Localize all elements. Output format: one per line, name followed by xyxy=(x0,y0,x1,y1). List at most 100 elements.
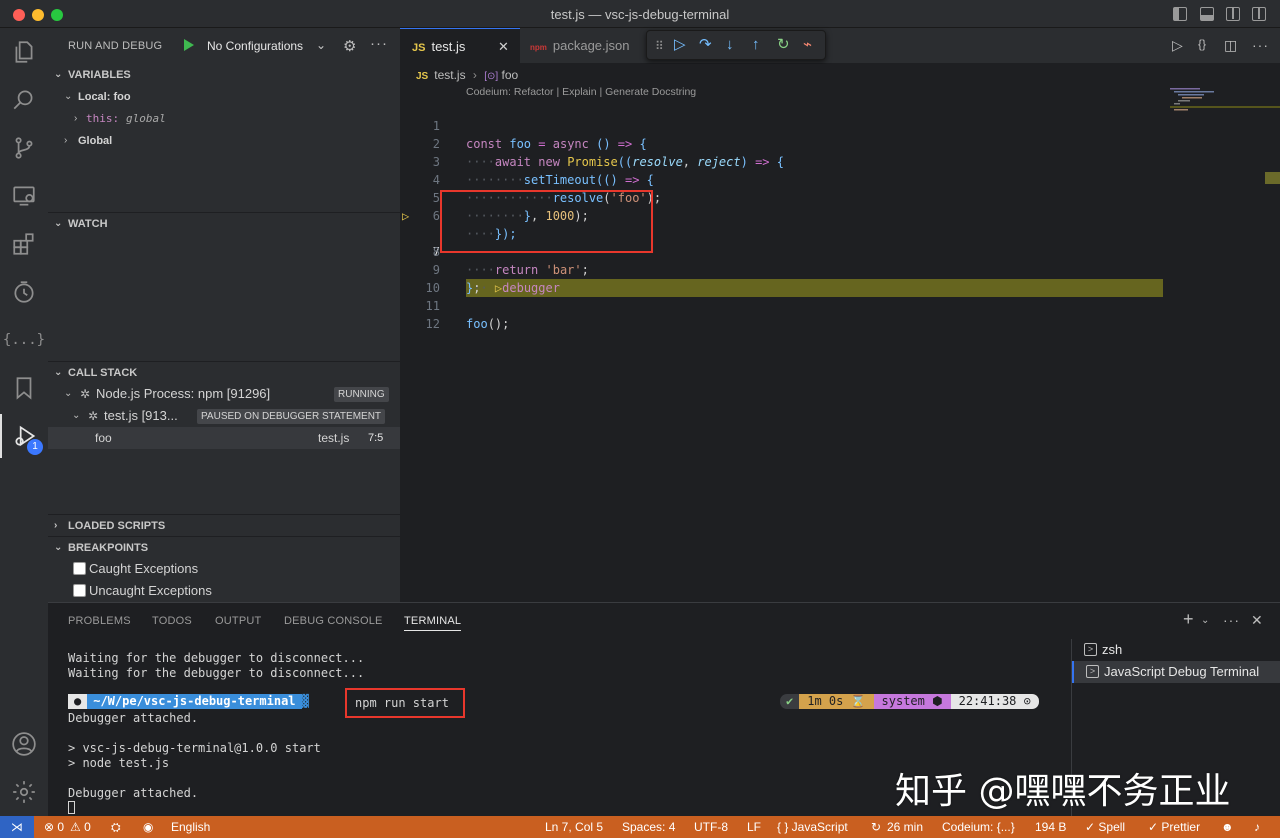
errors-count[interactable]: ⊗ 0 xyxy=(44,816,64,838)
tab-package-json[interactable]: npm package.json xyxy=(520,28,640,64)
variables-scope-local[interactable]: ⌄ Local: foo xyxy=(48,86,400,108)
end-of-line[interactable]: LF xyxy=(747,816,761,838)
variables-section-header[interactable]: ⌄ VARIABLES xyxy=(48,64,400,86)
terminal-icon: > xyxy=(1086,665,1099,678)
wakatime[interactable]: 26 min xyxy=(887,816,923,838)
disconnect-icon[interactable]: ⌁ xyxy=(803,37,812,53)
terminal-session-zsh[interactable]: > zsh xyxy=(1072,639,1280,661)
more-actions-icon[interactable]: ··· xyxy=(1223,612,1240,628)
gear-icon[interactable]: ⚙ xyxy=(343,37,356,55)
encoding[interactable]: UTF-8 xyxy=(694,816,728,838)
tab-terminal[interactable]: TERMINAL xyxy=(404,615,462,631)
tab-problems[interactable]: PROBLEMS xyxy=(68,615,131,627)
breadcrumb-file[interactable]: test.js xyxy=(434,68,465,82)
chevron-right-icon: › xyxy=(74,113,78,124)
locale-indicator[interactable]: English xyxy=(171,816,210,838)
remote-indicator-icon[interactable]: ⋊ xyxy=(0,816,34,838)
files-icon[interactable] xyxy=(0,30,48,74)
codeium-status[interactable]: Codeium: {...} xyxy=(942,816,1015,838)
debug-toolbar: ⠿ ▷ ↷ ↓ ↑ ↻ ⌁ xyxy=(646,30,826,60)
language-mode[interactable]: { } JavaScript xyxy=(777,816,848,838)
drag-handle-icon[interactable]: ⠿ xyxy=(655,38,664,54)
debug-config-select[interactable]: No Configurations xyxy=(207,39,303,53)
breakpoint-caught-exceptions[interactable]: Caught Exceptions xyxy=(48,558,400,580)
bookmark-icon[interactable] xyxy=(0,366,48,410)
call-stack-process[interactable]: ⌄ ✲ Node.js Process: npm [91296] RUNNING xyxy=(48,383,400,405)
checkbox[interactable] xyxy=(73,562,86,575)
new-terminal-icon[interactable]: + xyxy=(1183,609,1194,630)
close-icon[interactable]: ✕ xyxy=(498,29,509,65)
extensions-icon[interactable] xyxy=(0,222,48,266)
continue-icon[interactable]: ▷ xyxy=(674,37,686,53)
run-debug-icon[interactable]: 1 xyxy=(0,414,48,458)
call-stack-section-header[interactable]: ⌄ CALL STACK xyxy=(48,361,400,383)
more-actions-icon[interactable]: ··· xyxy=(370,35,388,52)
code-line: 11 foo(); xyxy=(425,299,510,331)
eye-icon[interactable]: ◉ xyxy=(143,816,153,838)
loaded-scripts-section-header[interactable]: › LOADED SCRIPTS xyxy=(48,514,400,536)
checkbox[interactable] xyxy=(73,584,86,597)
chevron-down-icon: ⌄ xyxy=(54,367,63,378)
prettier-status[interactable]: ✓ Prettier xyxy=(1148,816,1200,838)
prompt-path: ~/W/pe/vsc-js-debug-terminal xyxy=(87,694,302,709)
cursor-position[interactable]: Ln 7, Col 5 xyxy=(545,816,603,838)
variable-this[interactable]: › this: global xyxy=(48,108,400,130)
json-icon[interactable]: {...} xyxy=(0,318,48,362)
timeline-icon[interactable] xyxy=(0,270,48,314)
annotation-box xyxy=(440,190,653,253)
notifications-icon[interactable]: ♪ xyxy=(1254,816,1260,838)
search-icon[interactable] xyxy=(0,78,48,122)
terminal-session-js-debug[interactable]: > JavaScript Debug Terminal xyxy=(1072,661,1280,683)
tab-todos[interactable]: TODOS xyxy=(152,615,192,627)
step-out-icon[interactable]: ↑ xyxy=(752,37,760,53)
tab-output[interactable]: OUTPUT xyxy=(215,615,261,627)
source-control-icon[interactable] xyxy=(0,126,48,170)
codelens[interactable]: Codeium: Refactor | Explain | Generate D… xyxy=(466,86,696,98)
close-icon[interactable]: ✕ xyxy=(1251,612,1263,629)
breadcrumb-symbol[interactable]: foo xyxy=(502,68,519,82)
tab-debug-console[interactable]: DEBUG CONSOLE xyxy=(284,615,383,627)
toggle-panel-icon[interactable] xyxy=(1200,7,1214,21)
start-debugging-icon[interactable] xyxy=(184,39,194,51)
braces-icon[interactable]: {} xyxy=(1198,37,1206,51)
chevron-down-icon[interactable]: ⌄ xyxy=(1201,615,1209,626)
javascript-file-icon: JS xyxy=(416,71,429,82)
feedback-icon[interactable]: ☻ xyxy=(1221,816,1234,838)
debug-target-icon[interactable]: ⛭ xyxy=(111,816,121,838)
chevron-down-icon: ⌄ xyxy=(54,69,63,80)
chevron-down-icon: ⌄ xyxy=(64,388,73,399)
chevron-down-icon: ⌄ xyxy=(64,91,73,102)
activity-bar: {...} 1 xyxy=(0,28,48,816)
sidebar-title: RUN AND DEBUG xyxy=(68,40,163,52)
watch-section-header[interactable]: ⌄ WATCH xyxy=(48,212,400,234)
toggle-secondary-sidebar-icon[interactable] xyxy=(1226,7,1240,21)
customize-layout-icon[interactable] xyxy=(1252,7,1266,21)
toggle-primary-sidebar-icon[interactable] xyxy=(1173,7,1187,21)
split-editor-icon[interactable]: ◫ xyxy=(1224,37,1237,54)
sidebar-header: RUN AND DEBUG No Configurations ⌄ ⚙ ··· xyxy=(48,28,400,64)
remote-explorer-icon[interactable] xyxy=(0,174,48,218)
minimap[interactable] xyxy=(1170,86,1280,602)
variables-scope-global[interactable]: › Global xyxy=(48,130,400,152)
breakpoints-section-header[interactable]: ⌄ BREAKPOINTS xyxy=(48,536,400,558)
warnings-count[interactable]: ⚠ 0 xyxy=(70,816,91,838)
step-into-icon[interactable]: ↓ xyxy=(726,37,734,53)
call-stack-thread[interactable]: ⌄ ✲ test.js [913... PAUSED ON DEBUGGER S… xyxy=(48,405,400,427)
chevron-right-icon: › xyxy=(472,68,477,82)
run-file-icon[interactable]: ▷ xyxy=(1172,37,1183,54)
indentation[interactable]: Spaces: 4 xyxy=(622,816,675,838)
code-editor[interactable]: Codeium: Refactor | Explain | Generate D… xyxy=(400,86,1280,602)
account-icon[interactable] xyxy=(0,722,48,766)
call-stack-frame[interactable]: foo test.js 7:5 xyxy=(48,427,400,449)
spell-check[interactable]: ✓ Spell xyxy=(1085,816,1125,838)
tab-test-js[interactable]: JS test.js ✕ xyxy=(400,28,520,64)
more-actions-icon[interactable]: ··· xyxy=(1252,37,1269,53)
settings-icon[interactable] xyxy=(0,770,48,814)
breakpoint-uncaught-exceptions[interactable]: Uncaught Exceptions xyxy=(48,580,400,602)
step-over-icon[interactable]: ↷ xyxy=(699,37,712,53)
terminal-cursor xyxy=(68,801,75,814)
chevron-down-icon: ⌄ xyxy=(54,542,63,553)
restart-icon[interactable]: ↻ xyxy=(777,37,790,53)
scrollbar-marker[interactable] xyxy=(1265,172,1280,184)
chevron-down-icon[interactable]: ⌄ xyxy=(316,38,326,52)
